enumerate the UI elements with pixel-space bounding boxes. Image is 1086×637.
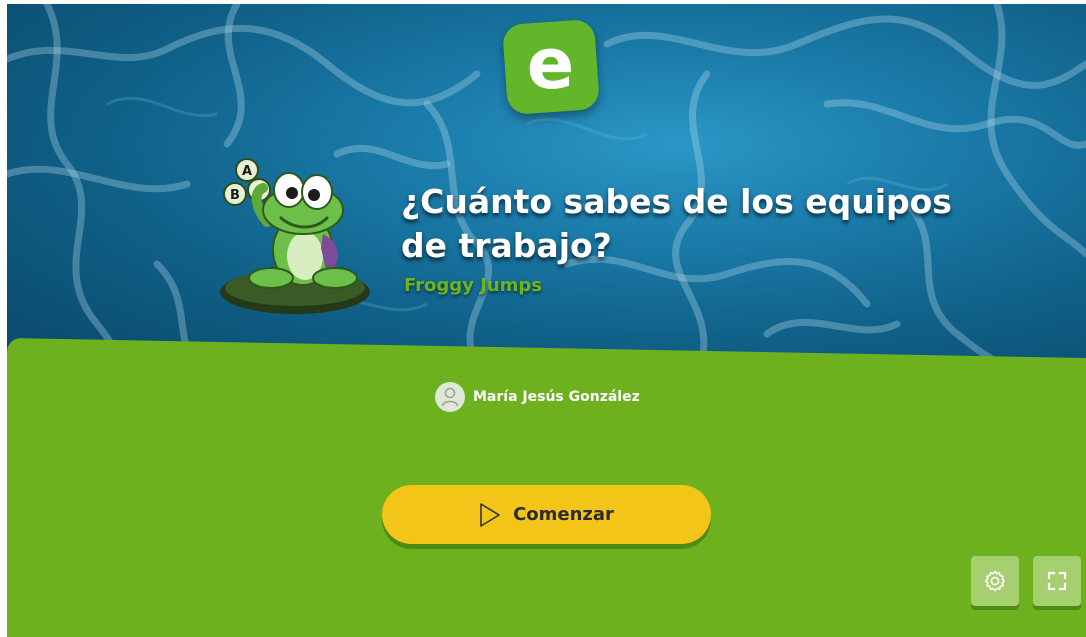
- letter-bubbles: A B C: [223, 158, 271, 206]
- play-icon: [480, 502, 500, 527]
- frog-mascot: A B C: [220, 158, 370, 314]
- author-info: María Jesús González: [435, 381, 640, 413]
- logo-letter: e: [527, 23, 575, 106]
- hero-banner: e A B C ¿Cuánto sabes de los equipos de …: [7, 4, 1086, 376]
- game-title: ¿Cuánto sabes de los equipos de trabajo?: [401, 182, 952, 265]
- start-button[interactable]: Comenzar: [382, 485, 711, 544]
- game-subtitle: Froggy Jumps: [404, 275, 543, 296]
- app-logo: e: [501, 18, 601, 116]
- bubble-letter-a: A: [242, 164, 252, 179]
- start-button-label: Comenzar: [513, 504, 614, 525]
- bubble-letter-b: B: [230, 188, 240, 203]
- settings-button[interactable]: [971, 556, 1019, 606]
- fullscreen-icon: [1047, 571, 1067, 591]
- author-name: María Jesús González: [473, 389, 640, 405]
- user-icon: [435, 382, 465, 412]
- fullscreen-button[interactable]: [1033, 556, 1081, 606]
- gear-icon: [984, 570, 1006, 592]
